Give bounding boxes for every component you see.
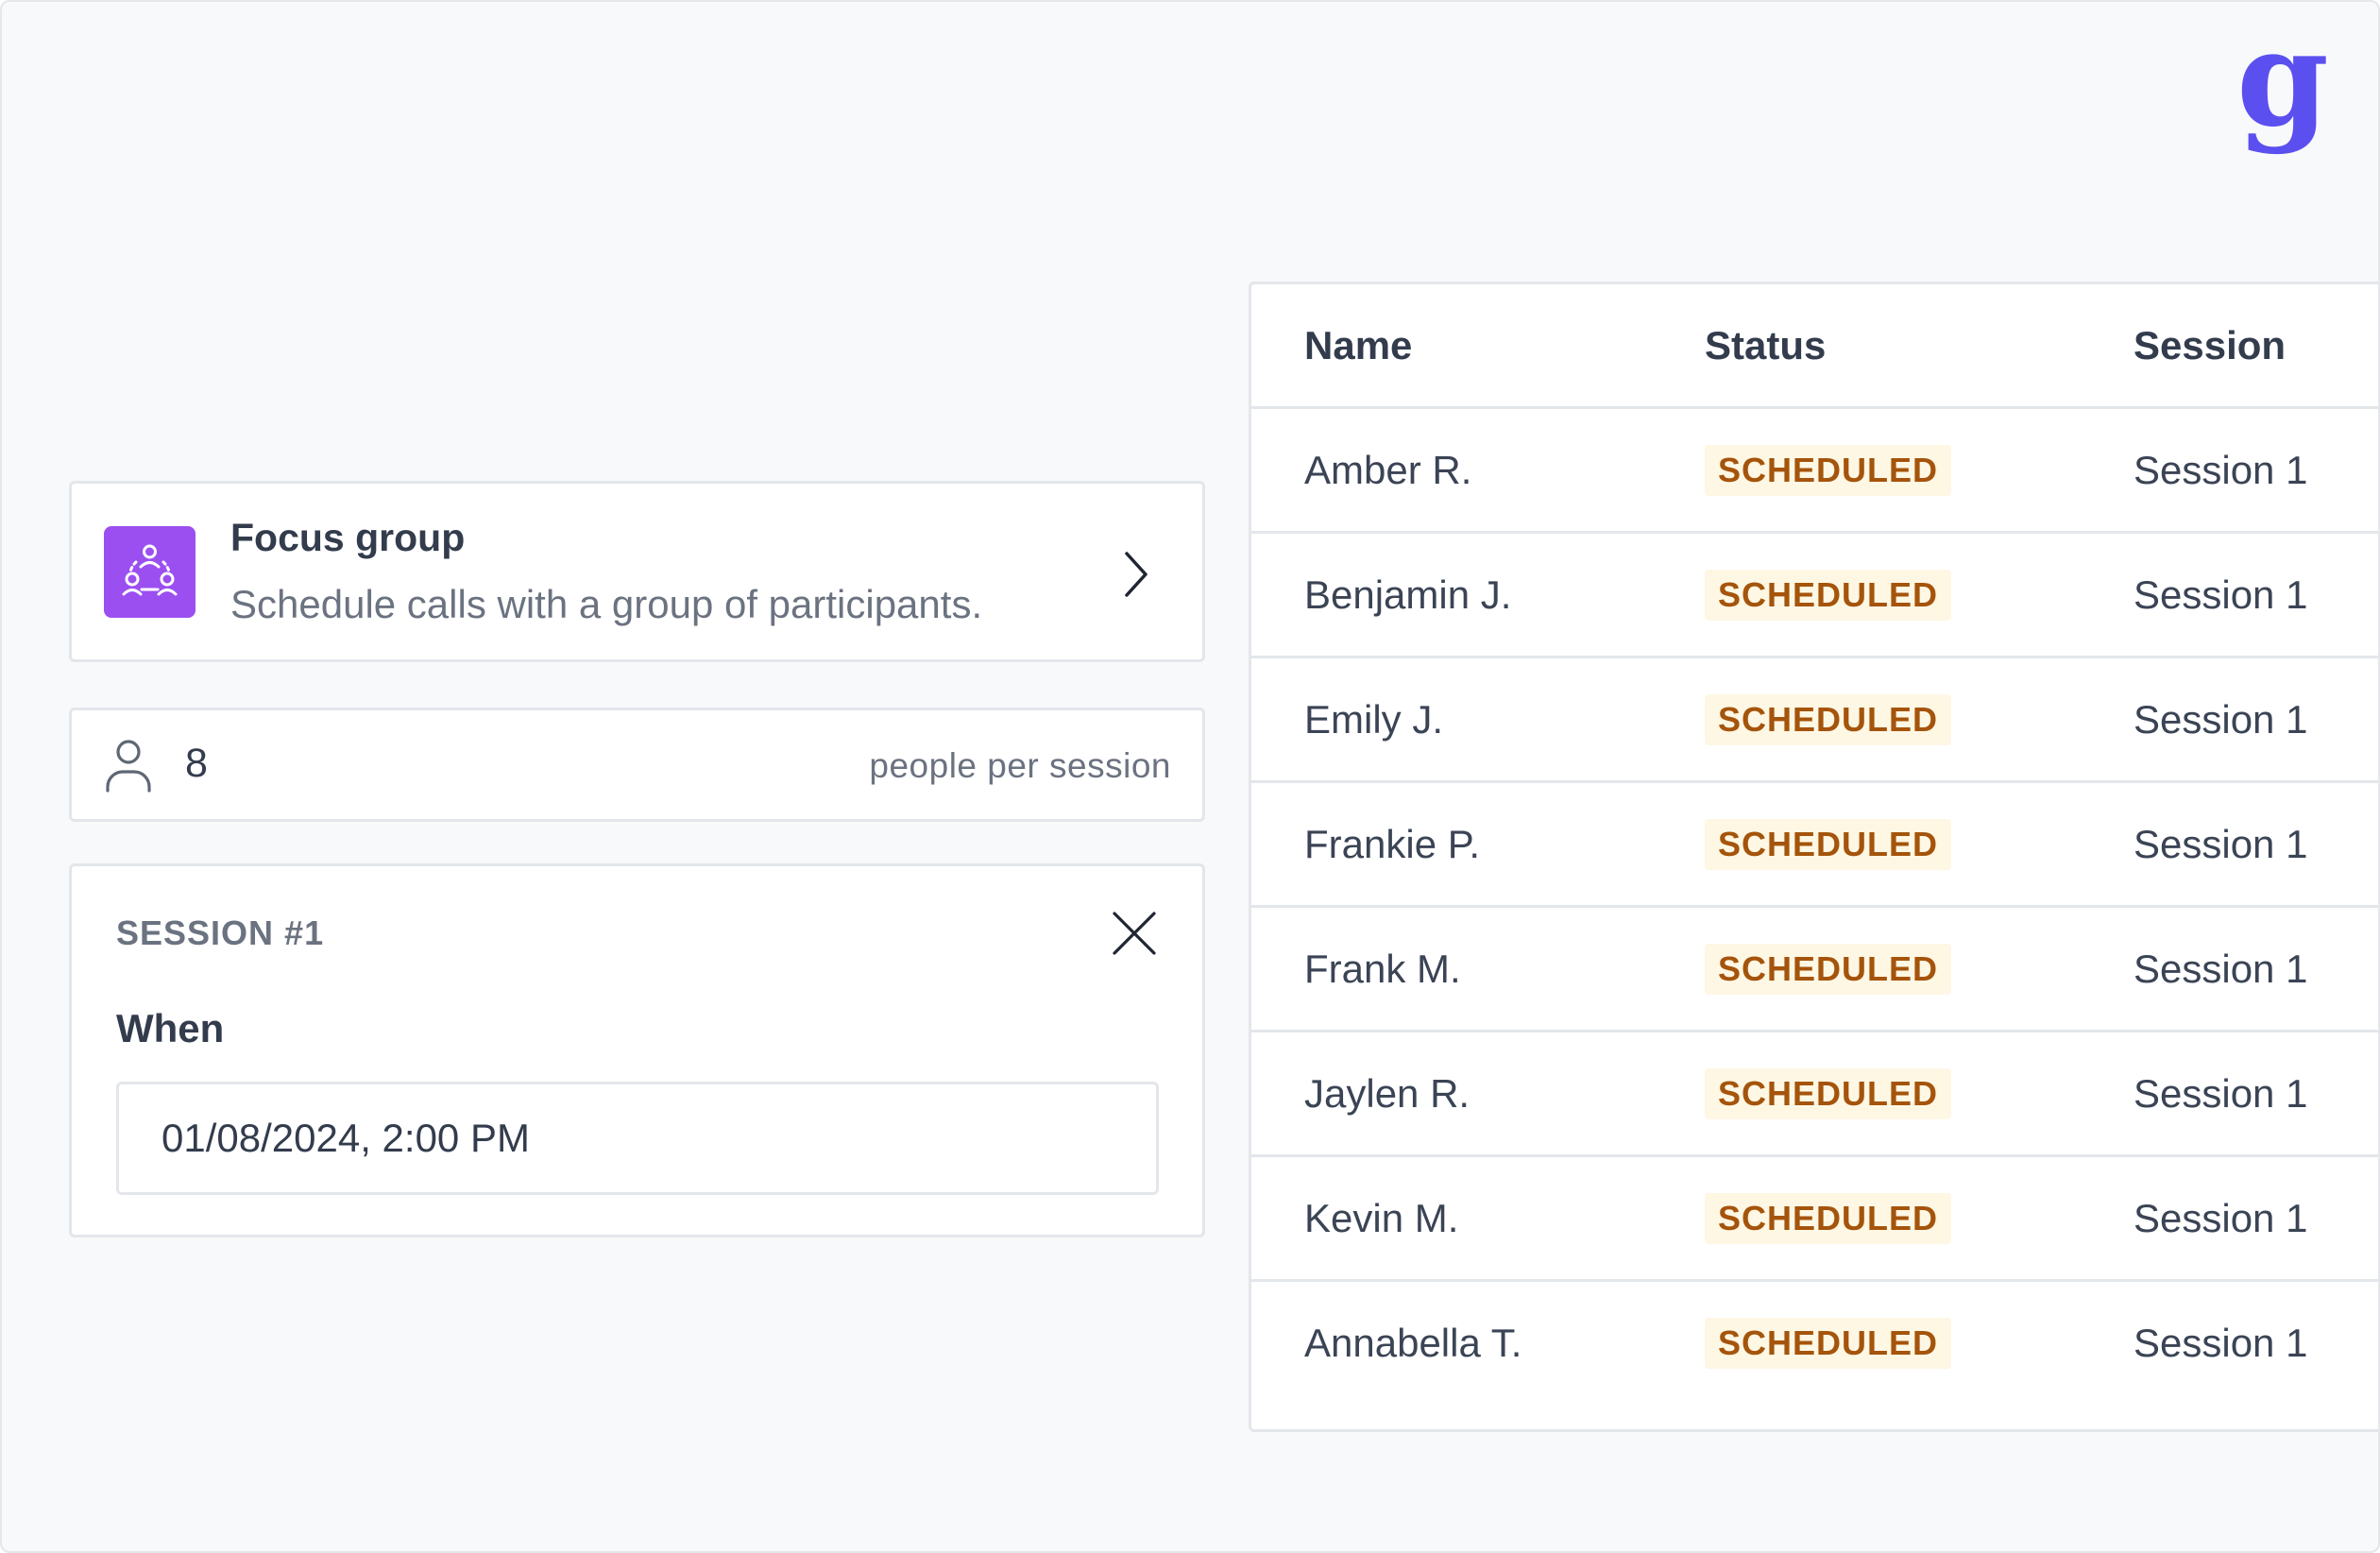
participant-session: Session 1 bbox=[2134, 572, 2308, 617]
status-badge: SCHEDULED bbox=[1705, 818, 1952, 870]
app-frame: g Focus group Schedule calls with a grou… bbox=[0, 0, 2380, 1553]
close-icon[interactable] bbox=[1111, 910, 1158, 957]
people-per-session-field[interactable]: 8 people per session bbox=[69, 708, 1205, 822]
participant-name: Frankie P. bbox=[1304, 822, 1480, 866]
participant-name: Emily J. bbox=[1304, 697, 1443, 742]
status-badge: SCHEDULED bbox=[1705, 1192, 1952, 1244]
session-card: SESSION #1 When bbox=[69, 863, 1205, 1237]
column-header-status: Status bbox=[1705, 323, 1827, 367]
participant-name: Kevin M. bbox=[1304, 1196, 1459, 1240]
table-row[interactable]: Annabella T. SCHEDULED Session 1 bbox=[1251, 1282, 2378, 1407]
participants-table: Name Status Session Amber R. SCHEDULED S… bbox=[1249, 282, 2378, 1432]
table-row[interactable]: Jaylen R. SCHEDULED Session 1 bbox=[1251, 1032, 2378, 1157]
participant-name: Jaylen R. bbox=[1304, 1071, 1470, 1116]
participant-session: Session 1 bbox=[2134, 822, 2308, 866]
person-icon bbox=[106, 740, 151, 793]
table-row[interactable]: Amber R. SCHEDULED Session 1 bbox=[1251, 409, 2378, 534]
participant-name: Benjamin J. bbox=[1304, 572, 1512, 617]
focus-group-title: Focus group bbox=[230, 516, 466, 559]
svg-text:g: g bbox=[2236, 23, 2329, 157]
table-row[interactable]: Kevin M. SCHEDULED Session 1 bbox=[1251, 1157, 2378, 1282]
table-header: Name Status Session bbox=[1251, 284, 2378, 409]
participant-name: Frank M. bbox=[1304, 947, 1461, 991]
people-per-session-label: people per session bbox=[869, 746, 1171, 785]
participant-session: Session 1 bbox=[2134, 1071, 2308, 1116]
participant-session: Session 1 bbox=[2134, 448, 2308, 492]
when-datetime-input[interactable] bbox=[116, 1082, 1159, 1195]
focus-group-description: Schedule calls with a group of participa… bbox=[230, 582, 983, 626]
chevron-right-icon[interactable] bbox=[1117, 548, 1155, 601]
status-badge: SCHEDULED bbox=[1705, 1067, 1952, 1119]
table-row[interactable]: Frank M. SCHEDULED Session 1 bbox=[1251, 908, 2378, 1032]
participant-session: Session 1 bbox=[2134, 947, 2308, 991]
column-header-session: Session bbox=[2134, 323, 2286, 367]
when-label: When bbox=[116, 1006, 225, 1050]
participant-name: Amber R. bbox=[1304, 448, 1472, 492]
status-badge: SCHEDULED bbox=[1705, 943, 1952, 995]
participant-session: Session 1 bbox=[2134, 1321, 2308, 1365]
table-row[interactable]: Emily J. SCHEDULED Session 1 bbox=[1251, 658, 2378, 783]
brand-logo: g bbox=[2231, 2, 2335, 164]
people-count: 8 bbox=[185, 741, 208, 786]
column-header-name: Name bbox=[1304, 323, 1413, 367]
session-heading: SESSION #1 bbox=[116, 913, 325, 952]
table-row[interactable]: Frankie P. SCHEDULED Session 1 bbox=[1251, 783, 2378, 908]
participant-session: Session 1 bbox=[2134, 697, 2308, 742]
participant-name: Annabella T. bbox=[1304, 1321, 1522, 1365]
status-badge: SCHEDULED bbox=[1705, 569, 1952, 621]
table-row[interactable]: Benjamin J. SCHEDULED Session 1 bbox=[1251, 534, 2378, 658]
status-badge: SCHEDULED bbox=[1705, 1317, 1952, 1369]
focus-group-option[interactable]: Focus group Schedule calls with a group … bbox=[69, 481, 1205, 662]
participant-session: Session 1 bbox=[2134, 1196, 2308, 1240]
group-icon bbox=[104, 526, 196, 618]
status-badge: SCHEDULED bbox=[1705, 444, 1952, 496]
status-badge: SCHEDULED bbox=[1705, 693, 1952, 745]
